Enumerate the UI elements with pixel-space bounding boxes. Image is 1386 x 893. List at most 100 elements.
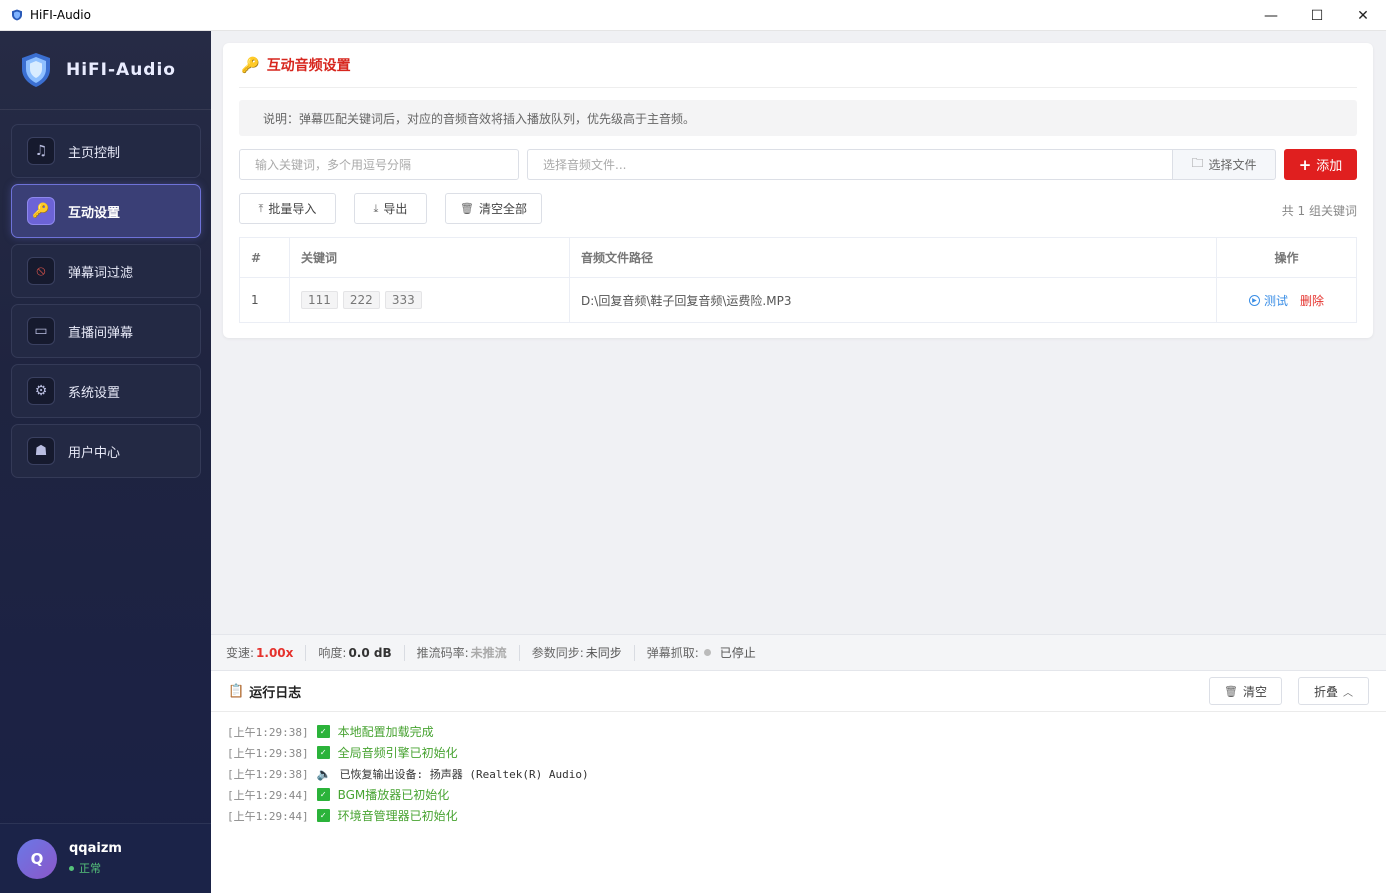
user-name: qqaizm (69, 841, 122, 856)
plus-icon: + (1298, 155, 1312, 174)
user-status: 正常 (69, 860, 122, 876)
log-message: BGM播放器已初始化 (337, 788, 450, 802)
music-note-icon: ♫ (27, 137, 55, 165)
gear-icon: ⚙ (27, 377, 55, 405)
choose-file-button[interactable]: 🗀 选择文件 (1172, 149, 1276, 180)
sidebar-item-interaction-settings[interactable]: 🔑 互动设置 (11, 184, 201, 238)
clear-log-label: 清空 (1242, 684, 1267, 699)
user-meta: qqaizm 正常 (69, 841, 122, 876)
table-row: 1 111 222 333 D:\回复音频\鞋子回复音频\运费险.MP3 ▶ 测… (240, 278, 1356, 322)
sidebar-item-label: 直播间弹幕 (68, 325, 134, 341)
speed-value: 1.00x (256, 645, 294, 660)
sidebar-item-system-settings[interactable]: ⚙ 系统设置 (11, 364, 201, 418)
play-circle-icon: ▶ (1248, 294, 1260, 306)
log-time: [上午1:29:44] (227, 809, 309, 823)
avatar[interactable]: Q (17, 838, 57, 879)
stream-label: 推流码率: (416, 646, 469, 660)
row-index: 1 (240, 278, 290, 322)
clipboard-icon: 📋 (228, 683, 245, 699)
add-button[interactable]: + 添加 (1284, 149, 1357, 180)
choose-file-label: 选择文件 (1208, 158, 1257, 172)
user-status-text: 正常 (79, 862, 101, 875)
main-content: 🔑 互动音频设置 说明：弹幕匹配关键词后，对应的音频音效将插入播放队列，优先级高… (211, 31, 1386, 634)
log-panel: 📋 运行日志 🗑 清空 折叠 ︿ [上午1:29:38] ✓ 本地配置加载完成 … (211, 671, 1386, 893)
status-speed: 变速: 1.00x (226, 644, 307, 661)
stream-value: 未推流 (470, 646, 507, 660)
maximize-button[interactable]: ☐ (1294, 0, 1340, 31)
test-button[interactable]: ▶ 测试 (1248, 292, 1288, 309)
status-bar: 变速: 1.00x 响度: 0.0 dB 推流码率: 未推流 参数同步: 未同步… (211, 634, 1386, 671)
keyword-table: # 关键词 音频文件路径 操作 1 111 222 333 D:\回复音频\鞋子… (239, 237, 1357, 323)
log-line: [上午1:29:38] ✓ 全局音频引擎已初始化 (227, 742, 1386, 763)
clear-all-button[interactable]: 🗑 清空全部 (445, 193, 542, 224)
key-icon: 🔑 (241, 56, 260, 74)
log-time: [上午1:29:38] (227, 767, 309, 781)
log-line: [上午1:29:44] ✓ BGM播放器已初始化 (227, 784, 1386, 805)
sidebar-item-label: 用户中心 (68, 445, 121, 461)
speed-label: 变速: (226, 646, 255, 660)
sidebar-item-label: 主页控制 (68, 145, 121, 161)
delete-button[interactable]: 删除 (1300, 292, 1324, 309)
interaction-audio-card: 🔑 互动音频设置 说明：弹幕匹配关键词后，对应的音频音效将插入播放队列，优先级高… (223, 43, 1373, 338)
fold-log-button[interactable]: 折叠 ︿ (1298, 677, 1369, 705)
upload-icon: ⤒ (258, 201, 264, 215)
check-icon: ✓ (316, 746, 330, 759)
chevron-up-icon: ︿ (1343, 687, 1353, 699)
header-index: # (240, 238, 290, 277)
log-time: [上午1:29:38] (227, 746, 309, 760)
key-icon: 🔑 (27, 197, 55, 225)
sidebar-item-user-center[interactable]: ☗ 用户中心 (11, 424, 201, 478)
user-profile[interactable]: Q qqaizm 正常 (0, 823, 211, 893)
keyword-tag: 333 (384, 291, 422, 309)
volume-label: 响度: (318, 646, 347, 660)
check-icon: ✓ (316, 809, 330, 822)
sync-value: 未同步 (585, 646, 622, 660)
keyword-input-placeholder: 输入关键词，多个用逗号分隔 (255, 158, 412, 172)
row-path: D:\回复音频\鞋子回复音频\运费险.MP3 (570, 278, 1217, 322)
shield-app-icon (12, 9, 22, 21)
fold-log-label: 折叠 (1313, 684, 1338, 699)
export-label: 导出 (383, 202, 408, 216)
volume-value: 0.0 dB (348, 645, 392, 660)
keyword-tag: 222 (342, 291, 380, 309)
brand: HiFI-Audio (0, 31, 211, 110)
sidebar-item-live-danmaku[interactable]: ▭ 直播间弹幕 (11, 304, 201, 358)
window-controls: — ☐ ✕ (1248, 0, 1386, 31)
user-icon: ☗ (27, 437, 55, 465)
page-title: 互动音频设置 (266, 58, 351, 74)
audio-file-input-placeholder: 选择音频文件... (543, 158, 627, 172)
close-button[interactable]: ✕ (1340, 0, 1386, 31)
add-label: 添加 (1316, 159, 1343, 174)
clear-log-button[interactable]: 🗑 清空 (1209, 677, 1282, 705)
export-button[interactable]: ⤓ 导出 (354, 193, 427, 224)
row-keywords: 111 222 333 (290, 278, 570, 322)
status-stream: 推流码率: 未推流 (416, 644, 520, 661)
status-danmaku: 弹幕抓取: 已停止 (647, 645, 768, 661)
speaker-icon: 🔈 (316, 766, 332, 781)
window-title: HiFI-Audio (30, 8, 91, 22)
status-dot-icon (703, 649, 711, 656)
sidebar-item-label: 互动设置 (68, 205, 121, 221)
window-titlebar: HiFI-Audio — ☐ ✕ (0, 0, 1386, 31)
sidebar-nav: ♫ 主页控制 🔑 互动设置 ⦸ 弹幕词过滤 ▭ 直播间弹幕 ⚙ 系统设置 ☗ 用… (0, 110, 211, 478)
trash-icon: 🗑 (460, 202, 474, 215)
batch-import-button[interactable]: ⤒ 批量导入 (239, 193, 336, 224)
log-message: 全局音频引擎已初始化 (337, 746, 458, 760)
keyword-input[interactable]: 输入关键词，多个用逗号分隔 (239, 149, 519, 180)
sidebar-item-label: 系统设置 (68, 385, 121, 401)
batch-import-label: 批量导入 (268, 202, 317, 216)
prohibited-icon: ⦸ (27, 257, 55, 285)
log-message: 环境音管理器已初始化 (337, 809, 458, 823)
download-icon: ⤓ (373, 201, 379, 215)
keyword-count: 共 1 组关键词 (1281, 204, 1357, 218)
status-dot-icon (69, 865, 74, 871)
brand-name: HiFI-Audio (66, 60, 176, 80)
sidebar-item-danmaku-filter[interactable]: ⦸ 弹幕词过滤 (11, 244, 201, 298)
sidebar-item-home-control[interactable]: ♫ 主页控制 (11, 124, 201, 178)
minimize-button[interactable]: — (1248, 0, 1294, 31)
log-line: [上午1:29:38] 🔈 已恢复输出设备: 扬声器 (Realtek(R) A… (227, 763, 1386, 784)
audio-file-input[interactable]: 选择音频文件... (527, 149, 1172, 180)
card-header: 🔑 互动音频设置 (239, 43, 1357, 88)
log-line: [上午1:29:38] ✓ 本地配置加载完成 (227, 721, 1386, 742)
row-actions: ▶ 测试 删除 (1217, 278, 1356, 322)
